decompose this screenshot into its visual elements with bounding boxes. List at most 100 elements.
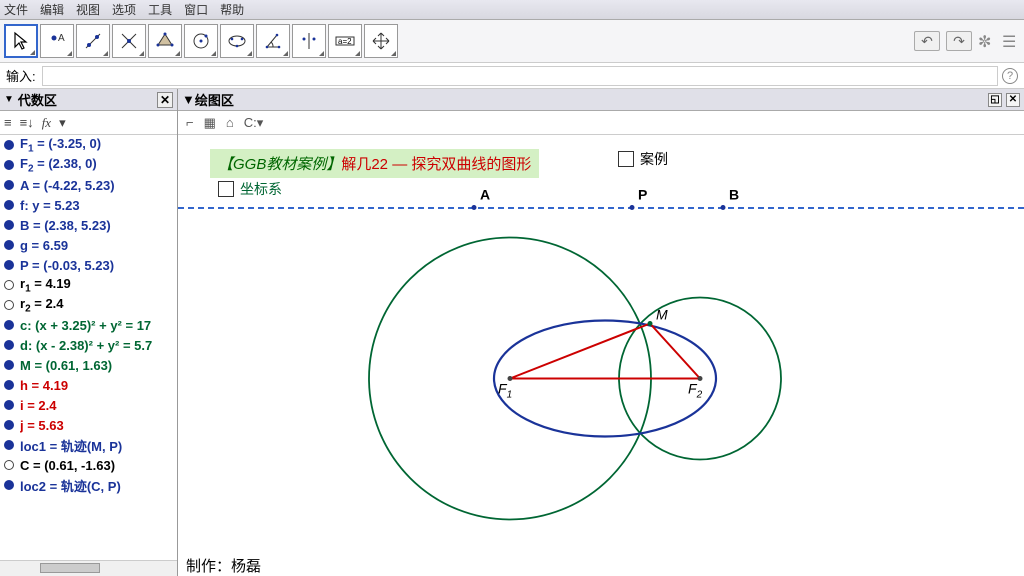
menu-edit[interactable]: 编辑 <box>40 1 64 18</box>
tool-perpendicular[interactable] <box>112 24 146 58</box>
menu-options[interactable]: 选项 <box>112 1 136 18</box>
graphics-view[interactable]: 【GGB教材案例】解几22 — 探究双曲线的图形 案例 坐标系 A P B <box>178 135 1024 576</box>
menu-file[interactable]: 文件 <box>4 1 28 18</box>
algebra-panel: ▼ 代数区 ✕ ≡ ≡↓ fx ▾ F1 = (-3.25, 0)F2 = (2… <box>0 89 178 576</box>
algebra-item[interactable]: g = 6.59 <box>0 235 177 255</box>
close-graphics-icon[interactable]: ✕ <box>1006 93 1020 107</box>
algebra-item[interactable]: F1 = (-3.25, 0) <box>0 135 177 155</box>
tool-polygon[interactable] <box>148 24 182 58</box>
algebra-item[interactable]: r2 = 2.4 <box>0 295 177 315</box>
algebra-expression: c: (x + 3.25)² + y² = 17 <box>20 318 151 333</box>
svg-text:P: P <box>638 187 647 203</box>
algebra-item[interactable]: c: (x + 3.25)² + y² = 17 <box>0 315 177 335</box>
menu-tools[interactable]: 工具 <box>148 1 172 18</box>
menu-help[interactable]: 帮助 <box>220 1 244 18</box>
visibility-bullet-icon[interactable] <box>4 340 14 350</box>
algebra-title: 代数区 <box>18 90 57 109</box>
visibility-bullet-icon[interactable] <box>4 140 14 150</box>
visibility-bullet-icon[interactable] <box>4 260 14 270</box>
tool-reflect[interactable] <box>292 24 326 58</box>
svg-text:F2: F2 <box>688 381 703 401</box>
aux-icon[interactable]: ≡↓ <box>20 115 34 130</box>
tool-line[interactable] <box>76 24 110 58</box>
visibility-bullet-icon[interactable] <box>4 380 14 390</box>
magnet-icon[interactable]: C:▾ <box>244 115 264 131</box>
fx-icon[interactable]: fx <box>42 115 51 131</box>
window-detach-icon[interactable]: ◱ <box>988 93 1002 107</box>
dropdown-icon[interactable]: ▾ <box>59 115 66 131</box>
input-bar: 输入: ? <box>0 63 1024 89</box>
collapse-graphics-icon[interactable]: ▼ <box>182 92 195 107</box>
visibility-bullet-icon[interactable] <box>4 480 14 490</box>
axes-icon[interactable]: ⌐ <box>186 115 194 130</box>
tool-point[interactable]: A <box>40 24 74 58</box>
visibility-bullet-icon[interactable] <box>4 360 14 370</box>
close-algebra-icon[interactable]: ✕ <box>157 92 173 108</box>
menu-view[interactable]: 视图 <box>76 1 100 18</box>
visibility-bullet-icon[interactable] <box>4 280 14 290</box>
algebra-expression: h = 4.19 <box>20 378 68 393</box>
algebra-item[interactable]: F2 = (2.38, 0) <box>0 155 177 175</box>
algebra-item[interactable]: loc2 = 轨迹(C, P) <box>0 475 177 495</box>
algebra-item[interactable]: j = 5.63 <box>0 415 177 435</box>
graphics-sub-toolbar: ⌐ ▦ ⌂ C:▾ <box>178 111 1024 135</box>
algebra-item[interactable]: M = (0.61, 1.63) <box>0 355 177 375</box>
collapse-icon[interactable]: ▼ <box>4 94 14 105</box>
tool-move[interactable] <box>4 24 38 58</box>
algebra-expression: g = 6.59 <box>20 238 68 253</box>
algebra-item[interactable]: A = (-4.22, 5.23) <box>0 175 177 195</box>
algebra-expression: B = (2.38, 5.23) <box>20 218 111 233</box>
tool-move-view[interactable] <box>364 24 398 58</box>
properties-icon[interactable]: ☰ <box>1002 32 1020 50</box>
tool-circle[interactable] <box>184 24 218 58</box>
algebra-expression: F1 = (-3.25, 0) <box>20 136 101 155</box>
algebra-expression: loc1 = 轨迹(M, P) <box>20 436 122 455</box>
svg-text:a=2: a=2 <box>338 37 352 46</box>
redo-button[interactable]: ↷ <box>946 31 972 51</box>
algebra-item[interactable]: d: (x - 2.38)² + y² = 5.7 <box>0 335 177 355</box>
tool-angle[interactable] <box>256 24 290 58</box>
visibility-bullet-icon[interactable] <box>4 240 14 250</box>
algebra-item[interactable]: f: y = 5.23 <box>0 195 177 215</box>
visibility-bullet-icon[interactable] <box>4 300 14 310</box>
horizontal-scrollbar[interactable] <box>0 560 177 576</box>
algebra-expression: F2 = (2.38, 0) <box>20 156 97 175</box>
algebra-item[interactable]: C = (0.61, -1.63) <box>0 455 177 475</box>
visibility-bullet-icon[interactable] <box>4 220 14 230</box>
algebra-sub-toolbar: ≡ ≡↓ fx ▾ <box>0 111 177 135</box>
algebra-expression: A = (-4.22, 5.23) <box>20 178 115 193</box>
graphics-title: 绘图区 <box>195 90 234 109</box>
visibility-bullet-icon[interactable] <box>4 460 14 470</box>
algebra-item[interactable]: r1 = 4.19 <box>0 275 177 295</box>
algebra-expression: M = (0.61, 1.63) <box>20 358 112 373</box>
visibility-bullet-icon[interactable] <box>4 180 14 190</box>
algebra-item[interactable]: i = 2.4 <box>0 395 177 415</box>
algebra-expression: d: (x - 2.38)² + y² = 5.7 <box>20 338 152 353</box>
algebra-item[interactable]: P = (-0.03, 5.23) <box>0 255 177 275</box>
algebra-item[interactable]: B = (2.38, 5.23) <box>0 215 177 235</box>
tool-conic[interactable] <box>220 24 254 58</box>
algebra-item[interactable]: h = 4.19 <box>0 375 177 395</box>
visibility-bullet-icon[interactable] <box>4 200 14 210</box>
grid-icon[interactable]: ▦ <box>204 115 216 131</box>
visibility-bullet-icon[interactable] <box>4 320 14 330</box>
visibility-bullet-icon[interactable] <box>4 440 14 450</box>
algebra-expression: f: y = 5.23 <box>20 198 80 213</box>
visibility-bullet-icon[interactable] <box>4 160 14 170</box>
sort-icon[interactable]: ≡ <box>4 115 12 130</box>
algebra-item[interactable]: loc1 = 轨迹(M, P) <box>0 435 177 455</box>
tool-slider[interactable]: a=2 <box>328 24 362 58</box>
command-input[interactable] <box>42 66 998 86</box>
author-text: 制作：杨磊 <box>186 555 261 576</box>
visibility-bullet-icon[interactable] <box>4 420 14 430</box>
algebra-list: F1 = (-3.25, 0)F2 = (2.38, 0) A = (-4.22,… <box>0 135 177 560</box>
home-icon[interactable]: ⌂ <box>226 115 234 130</box>
visibility-bullet-icon[interactable] <box>4 400 14 410</box>
undo-button[interactable]: ↶ <box>914 31 940 51</box>
algebra-expression: j = 5.63 <box>20 418 64 433</box>
menu-window[interactable]: 窗口 <box>184 1 208 18</box>
algebra-header: ▼ 代数区 ✕ <box>0 89 177 111</box>
input-label: 输入: <box>6 66 36 85</box>
settings-icon[interactable]: ✼ <box>978 32 996 50</box>
input-help-icon[interactable]: ? <box>1002 68 1018 84</box>
